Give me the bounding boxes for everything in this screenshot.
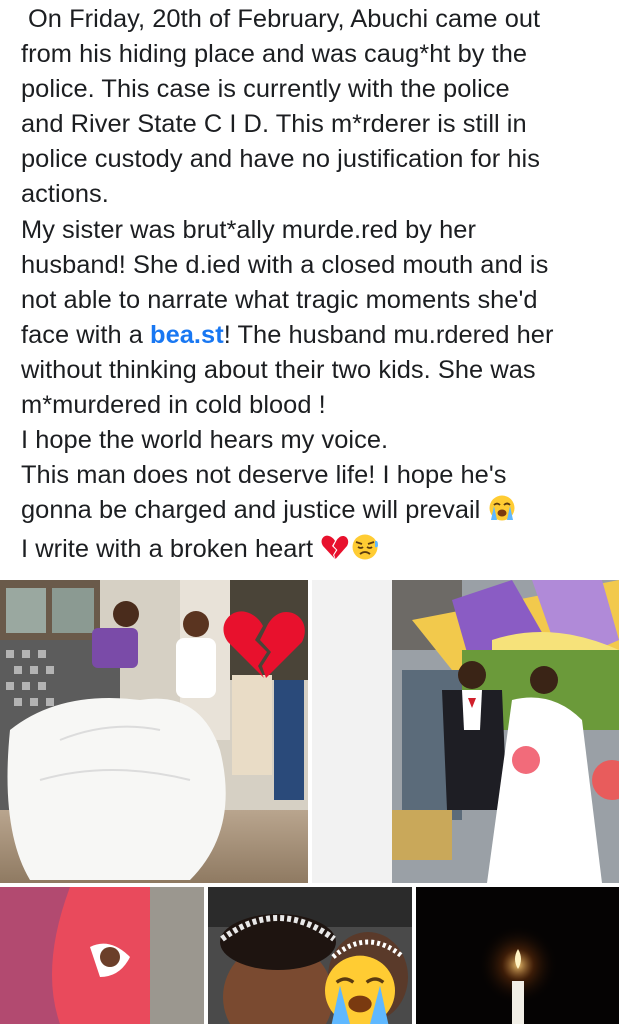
broken-heart-icon — [222, 608, 308, 680]
post-line: husband! She d.ied with a closed mouth a… — [21, 250, 549, 279]
bride-selfie-photo[interactable] — [208, 887, 412, 1024]
groom-carrying-bride-photo[interactable] — [0, 580, 308, 883]
couple-hands-photo[interactable] — [0, 887, 204, 1024]
post-line: and River State C I D. This m*rderer is … — [21, 110, 527, 139]
couple-under-canopy-photo[interactable] — [312, 580, 619, 883]
post-line: I hope the world hears my voice. — [21, 426, 389, 455]
disappointed-face-icon — [350, 533, 380, 571]
post-line-segment: gonna be charged and justice will prevai… — [21, 496, 488, 525]
post-line-with-link: face with a bea.st! The husband mu.rdere… — [21, 318, 611, 353]
hashtag-link[interactable]: bea.st — [150, 321, 224, 349]
post-line: police. This case is currently with the … — [21, 75, 510, 104]
post-line: My sister was brut*ally murde.red by her — [21, 215, 476, 244]
candle-in-dark-photo[interactable] — [416, 887, 619, 1024]
post-line: from his hiding place and was caug*ht by… — [21, 40, 528, 69]
post-line: On Friday, 20th of February, Abuchi came… — [28, 5, 541, 33]
post-line-justice: gonna be charged and justice will prevai… — [21, 493, 611, 532]
post-line: actions. — [21, 180, 109, 209]
post-line: without thinking about their two kids. S… — [21, 355, 536, 384]
post-line: police custody and have no justification… — [21, 145, 540, 174]
broken-heart-icon — [320, 533, 350, 571]
post-body: On Friday, 20th of February, Abuchi came… — [21, 2, 611, 572]
loudly-crying-face-icon — [312, 949, 408, 1024]
post-line: m*murdered in cold blood ! — [21, 391, 326, 420]
post-line-segment: ! The husband mu.rdered her — [223, 320, 554, 349]
post-line: This man does not deserve life! I hope h… — [21, 461, 507, 490]
post-line-heart: I write with a broken heart — [21, 532, 611, 571]
photo-grid — [0, 580, 619, 1024]
post-line-segment: face with a — [21, 320, 151, 349]
loudly-crying-face-icon — [487, 494, 517, 532]
post-line: not able to narrate what tragic moments … — [21, 285, 538, 314]
post-line-segment: I write with a broken heart — [21, 535, 321, 564]
